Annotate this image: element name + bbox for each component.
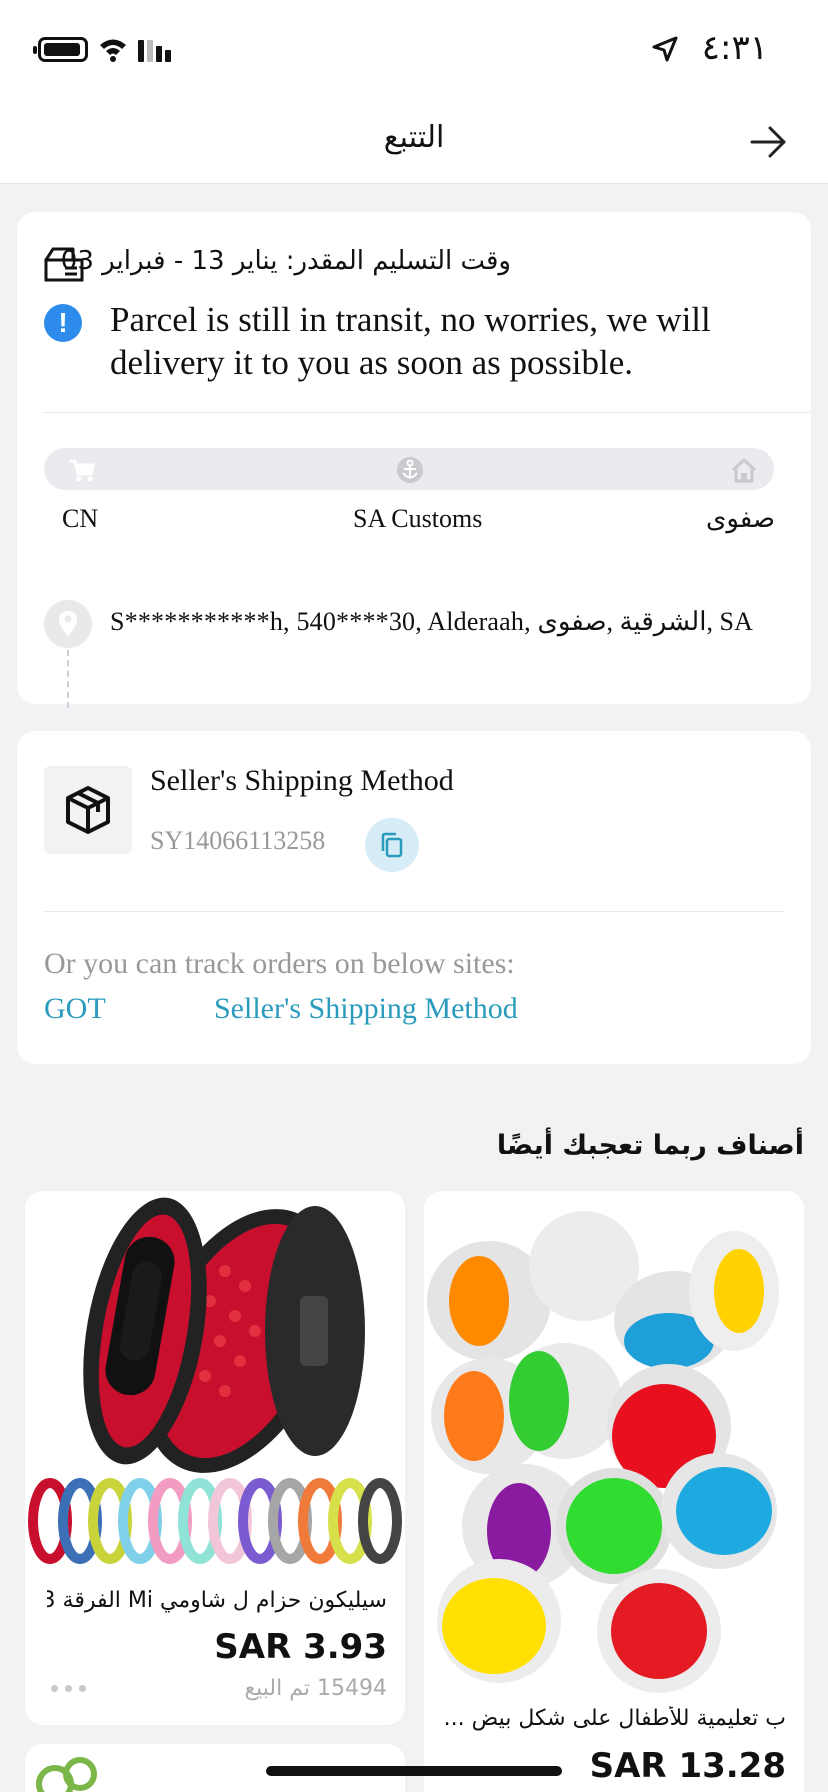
divider (44, 911, 784, 912)
stage-origin: CN (62, 504, 99, 533)
info-icon: ! (44, 304, 82, 342)
status-time: ٤:٣١ (701, 28, 768, 68)
other-sites-text: Or you can track orders on below sites: (44, 947, 515, 980)
copy-icon (381, 832, 403, 858)
home-indicator (266, 1766, 562, 1776)
estimated-delivery-time: وقت التسليم المقدر: يناير 13 - فبراير 03 (60, 246, 511, 276)
product-price: SAR 13.28 (589, 1746, 786, 1786)
header-bar: التتبع (0, 100, 828, 184)
wifi-icon (100, 39, 126, 62)
product-sold-count: 15494 تم البيع (244, 1676, 387, 1701)
address-connector (67, 650, 69, 708)
home-icon (731, 458, 757, 483)
product-card[interactable]: سيليكون حزام ل شاومي Mi الفرقة 3... SAR … (25, 1191, 405, 1725)
product-image (424, 1191, 804, 1696)
more-icon[interactable] (51, 1685, 91, 1693)
product-title: ب تعليمية للأطفال على شكل بيض ... (446, 1706, 786, 1731)
location-pin-icon (44, 600, 92, 648)
delivery-address: S***********h, 540****30, Alderaah, الشر… (110, 607, 754, 636)
shipping-method-card: Seller's Shipping Method SY14066113258 O… (17, 731, 811, 1064)
tracking-card: وقت التسليم المقدر: يناير 13 - فبراير 03… (17, 212, 811, 708)
signal-icon (138, 40, 178, 62)
battery-icon (33, 37, 88, 62)
product-image (25, 1191, 405, 1566)
copy-button[interactable] (365, 818, 419, 872)
stage-customs: SA Customs (353, 504, 483, 533)
transit-message: Parcel is still in transit, no worries, … (110, 300, 711, 382)
site-link-got[interactable]: GOT (44, 992, 106, 1026)
shipment-progress-bar (44, 448, 774, 490)
location-arrow-icon (652, 36, 678, 62)
stage-destination: صفوى (705, 504, 775, 534)
product-title: سيليكون حزام ل شاومي Mi الفرقة 3... (47, 1588, 387, 1613)
divider (43, 412, 811, 413)
product-price: SAR 3.93 (214, 1627, 387, 1667)
tracking-number: SY14066113258 (150, 826, 326, 855)
back-arrow-icon[interactable] (748, 122, 788, 162)
recommendations-title: أصناف ربما تعجبك أيضًا (496, 1130, 804, 1161)
site-link-seller-shipping[interactable]: Seller's Shipping Method (214, 992, 518, 1026)
page-title: التتبع (383, 120, 445, 155)
box-icon (44, 766, 132, 854)
anchor-icon (397, 457, 423, 483)
shipping-method-title: Seller's Shipping Method (150, 764, 454, 797)
cart-icon (70, 459, 95, 482)
product-card[interactable]: ب تعليمية للأطفال على شكل بيض ... SAR 13… (424, 1191, 804, 1792)
status-bar: ٤:٣١ (0, 0, 828, 100)
